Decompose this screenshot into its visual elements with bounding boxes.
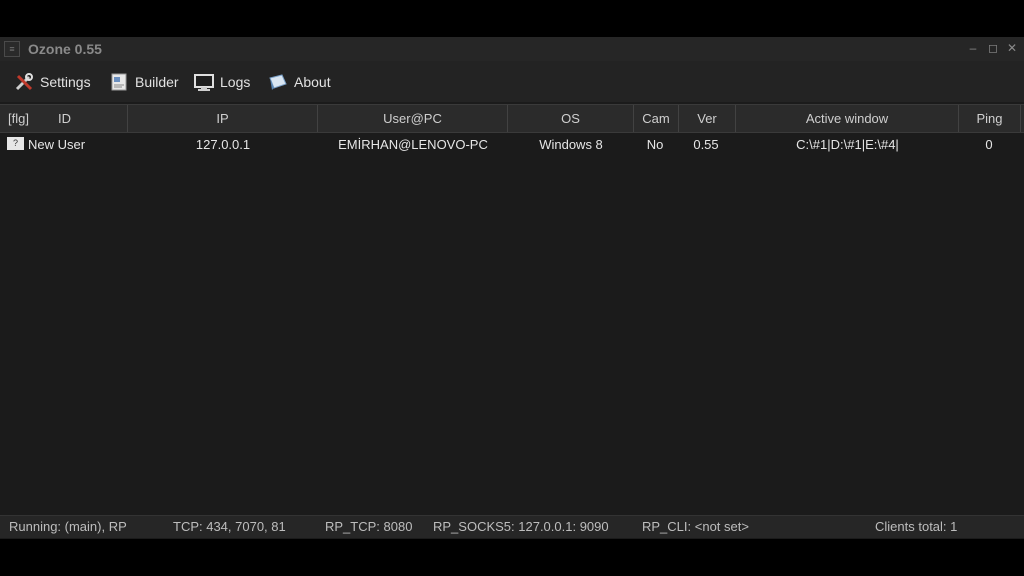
column-header-user-pc[interactable]: User@PC <box>318 105 508 132</box>
minimize-button[interactable]: – <box>966 39 980 57</box>
menu-builder-label: Builder <box>135 74 179 90</box>
status-rp-socks5: RP_SOCKS5: 127.0.0.1: 9090 <box>433 519 609 534</box>
column-header-ver[interactable]: Ver <box>679 105 736 132</box>
title-bar[interactable]: ≡ Ozone 0.55 – ◻ ✕ <box>0 37 1024 61</box>
status-clients-total: Clients total: 1 <box>875 519 958 534</box>
status-running: Running: (main), RP <box>9 519 127 534</box>
status-bar: Running: (main), RP TCP: 434, 7070, 81 R… <box>0 515 1024 538</box>
cell-ip: 127.0.0.1 <box>195 137 251 152</box>
menu-builder[interactable]: Builder <box>109 69 179 95</box>
column-header-os[interactable]: OS <box>508 105 634 132</box>
menu-bar: Settings Builder Logs About <box>0 61 1024 102</box>
menu-about[interactable]: About <box>268 69 331 95</box>
cell-cam: No <box>646 137 664 152</box>
table-row[interactable]: ? New User 127.0.0.1 EMİRHAN@LENOVO-PC W… <box>0 135 1024 155</box>
column-header-flag[interactable]: [flg] <box>0 105 52 132</box>
about-icon <box>268 72 288 92</box>
menu-settings-label: Settings <box>40 74 91 90</box>
close-button[interactable]: ✕ <box>1005 39 1019 57</box>
cell-id: New User <box>28 137 86 152</box>
logs-icon <box>194 72 214 92</box>
cell-ping: 0 <box>985 137 993 152</box>
cell-user-pc: EMİRHAN@LENOVO-PC <box>338 137 488 152</box>
menu-about-label: About <box>294 74 331 90</box>
status-rp-tcp: RP_TCP: 8080 <box>325 519 413 534</box>
client-table-header: [flg] ID IP User@PC OS Cam Ver Active wi… <box>0 104 1024 133</box>
menu-settings[interactable]: Settings <box>14 69 91 95</box>
column-header-ip[interactable]: IP <box>128 105 318 132</box>
main-window: ≡ Ozone 0.55 – ◻ ✕ Settings Builder Logs… <box>0 37 1024 539</box>
maximize-button[interactable]: ◻ <box>986 39 1000 57</box>
column-header-active-window[interactable]: Active window <box>736 105 959 132</box>
menu-logs[interactable]: Logs <box>194 69 250 95</box>
column-header-id[interactable]: ID <box>58 105 128 132</box>
cell-os: Windows 8 <box>539 137 603 152</box>
status-tcp: TCP: 434, 7070, 81 <box>173 519 286 534</box>
column-header-cam[interactable]: Cam <box>634 105 679 132</box>
status-rp-cli: RP_CLI: <not set> <box>642 519 749 534</box>
window-title: Ozone 0.55 <box>28 41 102 57</box>
settings-icon <box>14 72 34 92</box>
cell-ver: 0.55 <box>693 137 719 152</box>
flag-unknown-icon: ? <box>7 137 24 150</box>
cell-active-window: C:\#1|D:\#1|E:\#4| <box>796 137 899 152</box>
menu-logs-label: Logs <box>220 74 251 90</box>
column-header-ping[interactable]: Ping <box>959 105 1021 132</box>
builder-icon <box>109 72 129 92</box>
system-menu-icon[interactable]: ≡ <box>4 41 20 57</box>
